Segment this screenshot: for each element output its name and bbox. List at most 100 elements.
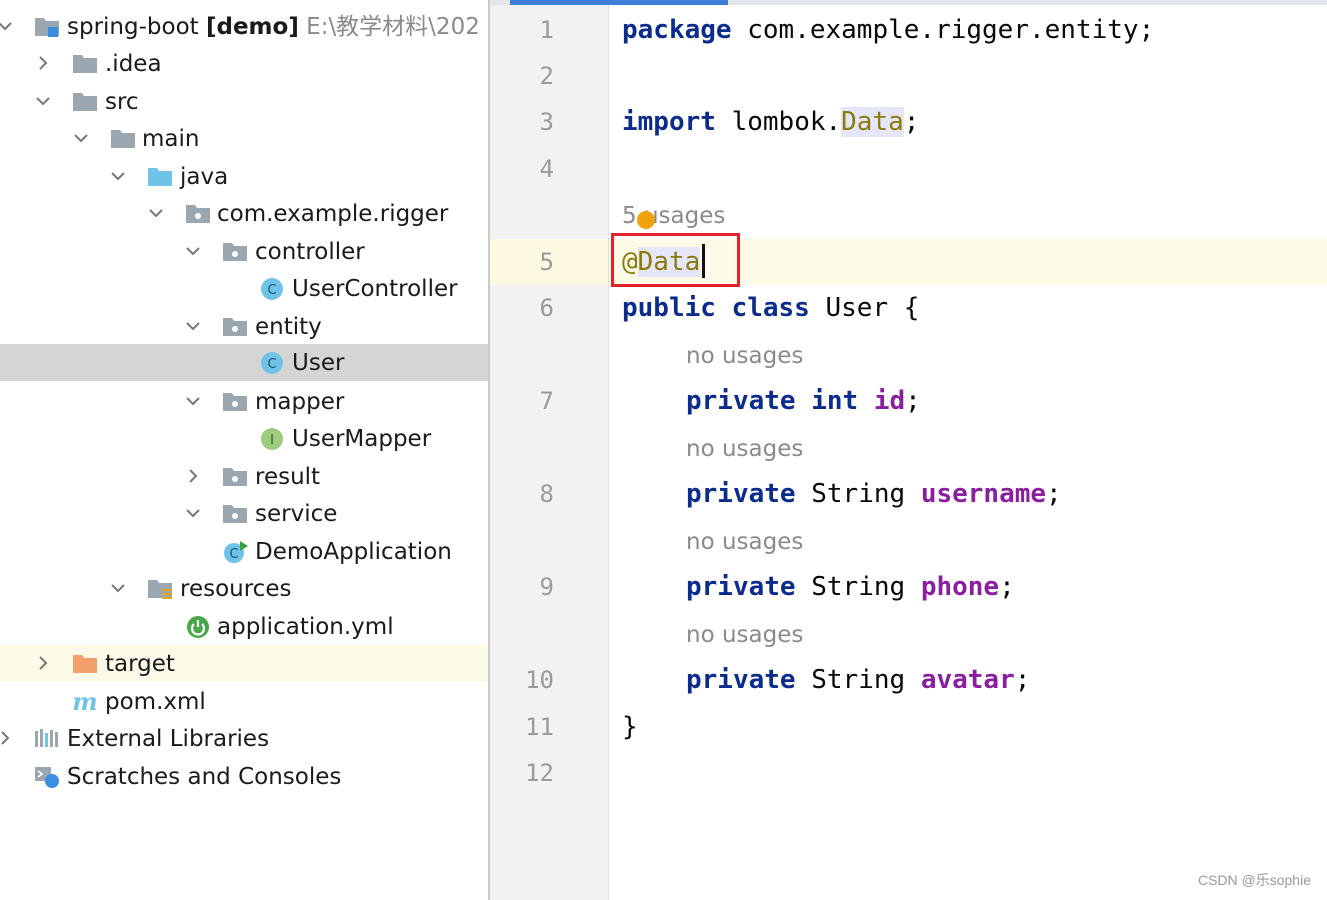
line-number: 10: [525, 666, 554, 694]
tree-row-result[interactable]: result: [0, 458, 488, 495]
project-tool-window: spring-boot [demo] E:\教学材料\202 .idea src…: [0, 0, 488, 900]
usages-hint[interactable]: no usages: [686, 528, 803, 556]
active-tab-indicator: [510, 0, 728, 5]
chevron-down-icon[interactable]: [184, 504, 202, 522]
tree-row-entity[interactable]: entity: [0, 308, 488, 345]
tree-label: service: [255, 501, 338, 527]
tree-row-java[interactable]: java: [0, 158, 488, 195]
chevron-right-icon[interactable]: [34, 54, 52, 72]
folder-icon: [72, 90, 98, 114]
usages-hint[interactable]: no usages: [686, 621, 803, 649]
tree-row-mapper[interactable]: mapper: [0, 383, 488, 420]
spring-config-icon: [185, 615, 211, 639]
line-number: 3: [539, 108, 554, 136]
module-folder-icon: [34, 15, 60, 39]
chevron-down-icon[interactable]: [184, 242, 202, 260]
tree-row-idea[interactable]: .idea: [0, 45, 488, 82]
tree-label: External Libraries: [67, 726, 270, 752]
tree-row-external-libraries[interactable]: External Libraries: [0, 720, 488, 757]
chevron-down-icon[interactable]: [184, 317, 202, 335]
package-icon: [222, 240, 248, 264]
code-line-11[interactable]: }: [622, 711, 638, 743]
line-number: 12: [525, 759, 554, 787]
tree-label: User: [292, 350, 345, 376]
tree-row-target[interactable]: target: [0, 645, 488, 682]
chevron-right-icon[interactable]: [184, 467, 202, 485]
chevron-down-icon[interactable]: [109, 167, 127, 185]
chevron-down-icon[interactable]: [72, 129, 90, 147]
svg-text:C: C: [267, 283, 276, 298]
tree-row-scratches-and-consoles[interactable]: Scratches and Consoles: [0, 758, 488, 795]
tree-row-application-yml[interactable]: application.yml: [0, 608, 488, 645]
editor-tab-strip: [490, 0, 1327, 5]
tree-row-user[interactable]: C User: [0, 344, 488, 381]
excluded-folder-icon: [72, 652, 98, 676]
svg-text:C: C: [229, 547, 238, 562]
usages-hint[interactable]: no usages: [686, 435, 803, 463]
code-line-9[interactable]: private String phone;: [686, 571, 1015, 603]
tree-label: UserController: [292, 276, 458, 302]
package-icon: [222, 390, 248, 414]
usages-hint[interactable]: no usages: [686, 342, 803, 370]
code-line-8[interactable]: private String username;: [686, 478, 1062, 510]
class-icon: C: [259, 277, 285, 301]
tree-label: main: [142, 126, 200, 152]
svg-text:I: I: [270, 433, 274, 448]
tree-label: UserMapper: [292, 426, 432, 452]
spring-boot-class-icon: C: [222, 540, 248, 564]
tree-label: DemoApplication: [255, 539, 452, 565]
tree-row-main[interactable]: main: [0, 120, 488, 157]
tree-row-src[interactable]: src: [0, 83, 488, 120]
class-icon: C: [259, 351, 285, 375]
line-number: 2: [539, 62, 554, 90]
chevron-down-icon[interactable]: [147, 204, 165, 222]
tree-label: .idea: [105, 51, 162, 77]
tree-label: java: [180, 164, 229, 190]
resources-folder-icon: [147, 577, 173, 601]
line-number: 1: [539, 16, 554, 44]
code-line-10[interactable]: private String avatar;: [686, 664, 1030, 696]
tree-row-pom-xml[interactable]: m pom.xml: [0, 683, 488, 720]
code-line-1[interactable]: package com.example.rigger.entity;: [622, 14, 1154, 46]
code-line-3[interactable]: import lombok.Data;: [622, 106, 919, 138]
package-icon: [185, 202, 211, 226]
line-number: 6: [539, 294, 554, 322]
chevron-right-icon[interactable]: [34, 654, 52, 672]
tree-label: spring-boot [demo] E:\教学材料\202: [67, 14, 480, 40]
svg-text:m: m: [72, 690, 97, 714]
tree-label: application.yml: [217, 614, 394, 640]
line-number: 7: [539, 387, 554, 415]
chevron-down-icon[interactable]: [0, 17, 14, 35]
source-folder-icon: [147, 165, 173, 189]
tree-row-com-example-rigger[interactable]: com.example.rigger: [0, 195, 488, 232]
line-number: 8: [539, 480, 554, 508]
line-number: 11: [525, 713, 554, 741]
libraries-icon: [34, 727, 60, 751]
package-icon: [222, 465, 248, 489]
chevron-down-icon[interactable]: [34, 92, 52, 110]
tree-label: pom.xml: [105, 689, 206, 715]
package-icon: [222, 315, 248, 339]
code-line-6[interactable]: public class User {: [622, 292, 919, 324]
line-number: 5: [539, 248, 554, 276]
tree-label: entity: [255, 314, 322, 340]
tree-row-service[interactable]: service: [0, 495, 488, 532]
chevron-right-icon[interactable]: [0, 729, 14, 747]
chevron-down-icon[interactable]: [109, 579, 127, 597]
chevron-down-icon[interactable]: [184, 392, 202, 410]
tree-label: resources: [180, 576, 292, 602]
scratches-icon: [34, 765, 60, 789]
tree-row-demoapplication[interactable]: C DemoApplication: [0, 533, 488, 570]
intention-bulb-icon[interactable]: [637, 211, 655, 229]
tree-row-resources[interactable]: resources: [0, 570, 488, 607]
tree-row-usercontroller[interactable]: C UserController: [0, 270, 488, 307]
folder-icon: [72, 52, 98, 76]
maven-icon: m: [70, 690, 97, 714]
tree-label: target: [105, 651, 175, 677]
tree-row-controller[interactable]: controller: [0, 233, 488, 270]
line-number: 4: [539, 155, 554, 183]
tree-row-usermapper[interactable]: I UserMapper: [0, 420, 488, 457]
tree-row-spring-boot[interactable]: spring-boot [demo] E:\教学材料\202: [0, 8, 488, 45]
annotation-highlight-box: [611, 233, 740, 287]
code-line-7[interactable]: private int id;: [686, 385, 921, 417]
